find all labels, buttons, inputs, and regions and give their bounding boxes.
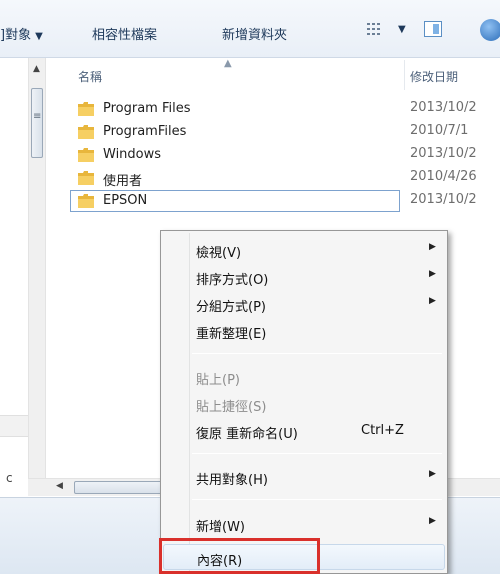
menu-item-view[interactable]: 檢視(V) ▶ — [163, 237, 445, 263]
menu-item-group-by[interactable]: 分組方式(P) ▶ — [163, 291, 445, 317]
file-name: 使用者 — [103, 174, 143, 189]
menu-item-new[interactable]: 新增(W) ▶ — [163, 511, 445, 537]
submenu-arrow-icon: ▶ — [429, 516, 436, 526]
help-icon[interactable] — [480, 19, 500, 41]
file-row[interactable]: Program Files 2013/10/2 — [46, 98, 500, 121]
menu-item-sort-by[interactable]: 排序方式(O) ▶ — [163, 264, 445, 290]
file-date: 2013/10/2 — [410, 146, 477, 161]
file-name-cell[interactable]: EPSON — [70, 190, 400, 212]
file-row[interactable]: ProgramFiles 2010/7/1 — [46, 121, 500, 144]
file-row[interactable]: Windows 2013/10/2 — [46, 144, 500, 167]
file-name: Windows — [103, 147, 162, 162]
file-date: 2010/4/26 — [410, 169, 477, 184]
context-menu: 檢視(V) ▶ 排序方式(O) ▶ 分組方式(P) ▶ 重新整理(E) 貼上(P… — [160, 230, 448, 574]
folder-icon — [78, 171, 94, 185]
file-list: Program Files 2013/10/2 ProgramFiles 201… — [46, 98, 500, 213]
scroll-up-icon[interactable]: ▲ — [33, 64, 40, 74]
file-date: 2010/7/1 — [410, 123, 469, 138]
share-with-label: ]對象 — [0, 28, 32, 43]
menu-separator — [192, 453, 442, 454]
menu-item-label: 新增(W) — [196, 520, 245, 535]
chevron-down-icon: ▼ — [35, 31, 43, 42]
file-date: 2013/10/2 — [410, 100, 477, 115]
folder-icon — [78, 148, 94, 162]
menu-item-paste-shortcut[interactable]: 貼上捷徑(S) — [163, 391, 445, 417]
folder-icon — [78, 102, 94, 116]
submenu-arrow-icon: ▶ — [429, 469, 436, 479]
horizontal-scroll-thumb[interactable] — [74, 481, 174, 494]
menu-item-share-with[interactable]: 共用對象(H) ▶ — [163, 464, 445, 490]
view-options-icon[interactable] — [366, 21, 382, 37]
column-header-date[interactable]: 修改日期 — [410, 68, 458, 85]
compatibility-files-button[interactable]: 相容性檔案 — [92, 24, 157, 43]
scroll-left-icon[interactable]: ◀ — [56, 481, 63, 491]
folder-icon — [78, 194, 94, 208]
menu-item-label: 復原 重新命名(U) — [196, 427, 298, 442]
share-with-button[interactable]: ]對象 ▼ — [0, 24, 43, 43]
annotation-highlight-box — [159, 538, 320, 574]
menu-item-label: 貼上(P) — [196, 373, 240, 388]
menu-item-label: 重新整理(E) — [196, 327, 267, 342]
command-bar: ]對象 ▼ 相容性檔案 新增資料夾 ▼ — [0, 0, 500, 58]
menu-item-label: 分組方式(P) — [196, 300, 266, 315]
menu-item-undo-rename[interactable]: 復原 重新命名(U) Ctrl+Z — [163, 418, 445, 444]
file-name-cell[interactable]: ProgramFiles — [70, 121, 400, 143]
column-header-name[interactable]: 名稱 — [78, 68, 102, 85]
column-header-bar: 名稱 ▲ 修改日期 — [46, 58, 500, 90]
column-divider[interactable] — [404, 60, 405, 90]
file-name-cell[interactable]: Program Files — [70, 98, 400, 120]
file-name: ProgramFiles — [103, 124, 187, 139]
menu-item-label: 共用對象(H) — [196, 473, 268, 488]
file-name: EPSON — [103, 193, 148, 208]
file-name-cell[interactable]: 使用者 — [70, 167, 400, 189]
navigation-partial-label: c — [6, 471, 13, 485]
file-row-selected[interactable]: EPSON 2013/10/2 — [46, 190, 500, 213]
view-dropdown-chevron-icon[interactable]: ▼ — [398, 24, 406, 35]
file-name: Program Files — [103, 101, 191, 116]
preview-pane-icon[interactable] — [424, 21, 442, 37]
submenu-arrow-icon: ▶ — [429, 269, 436, 279]
menu-item-label: 排序方式(O) — [196, 273, 269, 288]
menu-item-label: 檢視(V) — [196, 246, 242, 261]
folder-icon — [78, 125, 94, 139]
file-row[interactable]: 使用者 2010/4/26 — [46, 167, 500, 190]
file-name-cell[interactable]: Windows — [70, 144, 400, 166]
file-date: 2013/10/2 — [410, 192, 477, 207]
menu-separator — [192, 499, 442, 500]
vertical-scrollbar[interactable]: ▲ — [28, 58, 46, 478]
navigation-pane-footer — [0, 415, 28, 437]
menu-item-paste[interactable]: 貼上(P) — [163, 364, 445, 390]
menu-item-refresh[interactable]: 重新整理(E) — [163, 318, 445, 344]
menu-separator — [192, 353, 442, 354]
sort-ascending-icon: ▲ — [224, 58, 232, 69]
new-folder-button[interactable]: 新增資料夾 — [222, 24, 287, 43]
menu-item-label: 貼上捷徑(S) — [196, 400, 267, 415]
submenu-arrow-icon: ▶ — [429, 296, 436, 306]
menu-item-shortcut: Ctrl+Z — [361, 423, 404, 438]
vertical-scroll-thumb[interactable] — [31, 88, 43, 158]
submenu-arrow-icon: ▶ — [429, 242, 436, 252]
